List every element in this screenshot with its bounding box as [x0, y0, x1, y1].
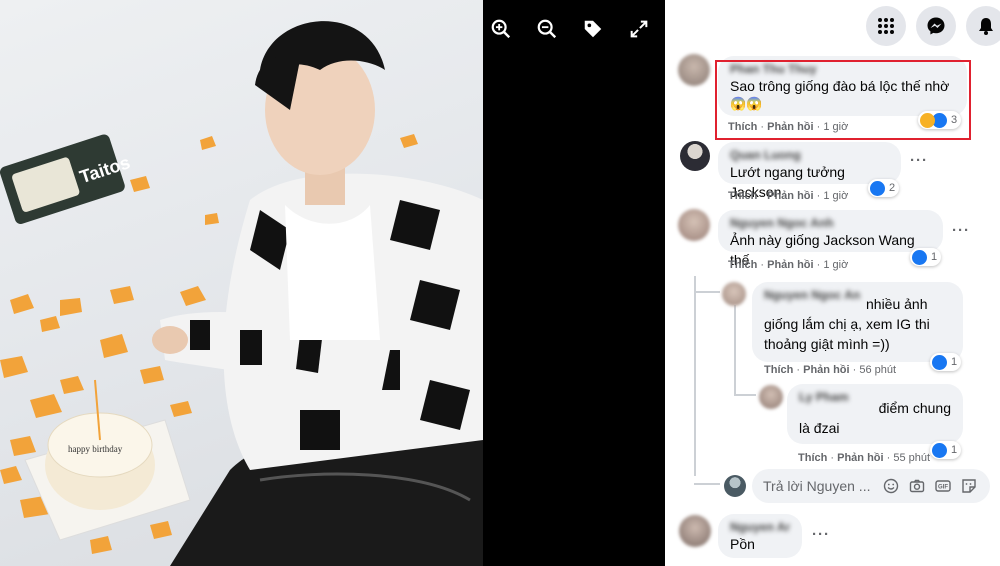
reply-link[interactable]: Phản hồi	[803, 364, 849, 376]
like-link[interactable]: Thích	[728, 259, 757, 271]
like-link[interactable]: Thích	[764, 364, 793, 376]
reply-text-line: thoảng giật mình =))	[764, 336, 890, 352]
comment-time[interactable]: 1 giờ	[823, 190, 848, 202]
tag-icon[interactable]	[582, 18, 604, 40]
more-options-icon[interactable]: ···	[952, 222, 970, 239]
fullscreen-icon[interactable]	[628, 18, 650, 40]
zoom-out-icon[interactable]	[536, 18, 558, 40]
comment-text: Pồn	[730, 536, 755, 552]
comment-bubble: Quan Luong Lướt ngang tưởng Jackson	[718, 142, 901, 200]
reply-bubble: Nguyen Ngoc Anh nhiều ảnh giống lắm chị …	[752, 282, 963, 362]
more-options-icon[interactable]: ···	[910, 152, 928, 169]
photo-illustration: Taitos happy birthday	[0, 21, 483, 566]
reply-input-box: GIF	[752, 469, 990, 503]
svg-text:GIF: GIF	[938, 485, 948, 491]
top-navigation	[866, 6, 1000, 46]
photo-viewer: Taitos happy birthday	[0, 0, 665, 566]
reply-link[interactable]: Phản hồi	[837, 452, 883, 464]
reply-author[interactable]: Nguyen Ngoc Anh	[764, 288, 860, 302]
comment-actions: Thích · Phản hồi · 1 giờ	[728, 259, 849, 271]
reply-text-lead: điểm chung	[878, 400, 951, 416]
avatar[interactable]	[759, 385, 783, 409]
comment-bubble: Nguyen Anh Pồn	[718, 514, 802, 558]
haha-reaction-icon	[920, 112, 935, 128]
like-reaction-icon	[870, 180, 885, 196]
reply-text-lead: nhiều ảnh	[866, 296, 928, 312]
cake-writing: happy birthday	[68, 444, 123, 454]
reply-link[interactable]: Phản hồi	[767, 259, 813, 271]
avatar[interactable]	[678, 209, 710, 241]
more-options-icon[interactable]: ···	[812, 526, 830, 543]
comment-author[interactable]: Nguyen Anh	[730, 520, 790, 534]
gif-icon[interactable]: GIF	[935, 478, 951, 494]
reply-actions: Thích · Phản hồi · 56 phút	[764, 364, 897, 376]
current-user-avatar[interactable]	[724, 475, 746, 497]
comment-bubble: Nguyen Ngoc Anh Ảnh này giống Jackson Wa…	[718, 210, 943, 268]
reply-time[interactable]: 56 phút	[859, 364, 896, 376]
reaction-number: 1	[951, 356, 958, 368]
like-link[interactable]: Thích	[798, 452, 827, 464]
avatar[interactable]	[680, 141, 710, 171]
bell-icon[interactable]	[966, 6, 1000, 46]
reply-text-line: là đzai	[799, 420, 840, 436]
zoom-in-icon[interactable]	[490, 18, 512, 40]
reaction-count[interactable]: 1	[930, 441, 962, 459]
reaction-number: 1	[951, 444, 958, 456]
thread-line	[694, 483, 720, 485]
emoji-icon[interactable]	[883, 478, 899, 494]
like-reaction-icon	[932, 354, 947, 370]
comment-actions: Thích · Phản hồi · 1 giờ	[728, 190, 849, 202]
thread-line	[694, 291, 720, 293]
thread-line	[734, 394, 756, 396]
like-reaction-icon	[932, 442, 947, 458]
reaction-count[interactable]: 1	[910, 248, 942, 266]
composer-icons: GIF	[883, 478, 977, 494]
reply-link[interactable]: Phản hồi	[767, 190, 813, 202]
like-reaction-icon	[912, 249, 927, 265]
reply-actions: Thích · Phản hồi · 55 phút	[798, 452, 931, 464]
comment-author[interactable]: Nguyen Ngoc Anh	[730, 216, 931, 230]
messenger-icon[interactable]	[916, 6, 956, 46]
highlight-box	[715, 60, 971, 140]
avatar[interactable]	[679, 515, 711, 547]
comment-author[interactable]: Quan Luong	[730, 148, 889, 162]
reply-time[interactable]: 55 phút	[893, 452, 930, 464]
photo[interactable]: Taitos happy birthday	[0, 0, 483, 566]
thread-line	[694, 276, 696, 476]
reply-bubble: Ly Pham điểm chung là đzai	[787, 384, 963, 444]
reply-input[interactable]	[763, 478, 873, 494]
viewer-toolbar	[490, 18, 650, 40]
sticker-icon[interactable]	[961, 478, 977, 494]
reaction-count[interactable]: 2	[868, 179, 900, 197]
like-link[interactable]: Thích	[728, 190, 757, 202]
avatar[interactable]	[722, 282, 746, 306]
reaction-number: 2	[889, 182, 896, 194]
thread-line	[734, 305, 736, 395]
reply-author[interactable]: Ly Pham	[799, 390, 873, 404]
reaction-number: 1	[931, 251, 938, 263]
comment-time[interactable]: 1 giờ	[823, 259, 848, 271]
reply-text-line: giống lắm chị ạ, xem IG thi	[764, 316, 930, 332]
camera-icon[interactable]	[909, 478, 925, 494]
avatar[interactable]	[678, 54, 710, 86]
reaction-count[interactable]: 1	[930, 353, 962, 371]
menu-grid-icon[interactable]	[866, 6, 906, 46]
